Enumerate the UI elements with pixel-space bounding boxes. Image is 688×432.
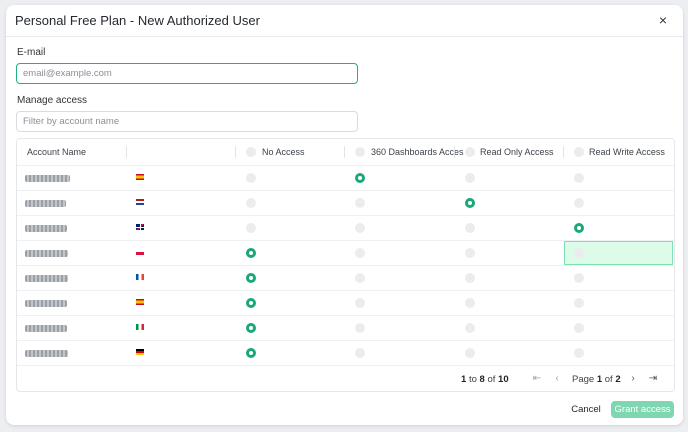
account-name-redacted [25,250,68,257]
table-row [17,215,674,241]
access-radio-360-dashboards-access[interactable] [355,273,365,283]
previous-page-icon[interactable]: ‹ [550,372,564,386]
grant-access-button[interactable]: Grant access [611,401,674,418]
account-name-redacted [25,325,67,332]
flag-icon-es [136,174,144,180]
access-table: Account Name No Access 360 Dashboards Ac… [16,138,675,392]
table-row [17,315,674,341]
access-radio-read-write-access[interactable] [574,223,584,233]
range-start: 1 [461,374,467,385]
column-header-account-name[interactable]: Account Name [27,139,86,165]
access-radio-no-access[interactable] [246,198,256,208]
manage-access-label: Manage access [17,95,88,106]
access-radio-360-dashboards-access[interactable] [355,223,365,233]
range-of-word: of [487,374,496,385]
email-label: E-mail [17,47,46,58]
access-radio-read-write-access[interactable] [574,323,584,333]
account-filter-input[interactable] [16,111,358,132]
access-radio-read-only-access[interactable] [465,248,475,258]
table-row [17,240,674,266]
range-to-word: to [468,374,477,385]
table-row [17,190,674,216]
access-radio-360-dashboards-access[interactable] [355,348,365,358]
flag-icon-nl [136,199,144,205]
select-all-read-write-radio[interactable] [574,147,584,157]
page-of-word: of [604,374,613,385]
access-radio-no-access[interactable] [246,348,256,358]
access-radio-read-only-access[interactable] [465,298,475,308]
new-authorized-user-dialog: Personal Free Plan - New Authorized User… [6,5,683,425]
range-end: 8 [479,374,485,385]
email-field[interactable] [16,63,358,84]
access-radio-read-write-access[interactable] [574,248,584,258]
pagination-bar: 1 to 8 of 10 ⇤ ‹ Page 1 of 2 › ⇥ [17,365,674,391]
column-divider [344,146,345,158]
access-radio-read-write-access[interactable] [574,198,584,208]
range-total: 10 [498,374,509,385]
column-header-read-write-access[interactable]: Read Write Access [589,139,665,165]
total-pages: 2 [615,374,621,385]
flag-icon-it [136,324,144,330]
access-radio-no-access[interactable] [246,173,256,183]
current-page: 1 [596,374,603,385]
access-radio-read-only-access[interactable] [465,173,475,183]
select-all-360-dashboards-radio[interactable] [355,147,365,157]
table-row [17,265,674,291]
flag-icon-fr [136,274,144,280]
close-icon[interactable]: × [654,11,672,29]
access-radio-read-write-access[interactable] [574,173,584,183]
access-radio-360-dashboards-access[interactable] [355,298,365,308]
access-radio-read-only-access[interactable] [465,223,475,233]
access-radio-no-access[interactable] [246,273,256,283]
access-radio-read-only-access[interactable] [465,273,475,283]
account-name-redacted [25,350,68,357]
select-all-read-only-radio[interactable] [465,147,475,157]
access-radio-360-dashboards-access[interactable] [355,173,365,183]
column-header-360-dashboards-access[interactable]: 360 Dashboards Acces [371,139,464,165]
last-page-icon[interactable]: ⇥ [646,372,660,386]
select-all-no-access-radio[interactable] [246,147,256,157]
dialog-title: Personal Free Plan - New Authorized User [15,13,260,28]
cancel-button[interactable]: Cancel [566,401,606,418]
access-radio-read-write-access[interactable] [574,273,584,283]
access-radio-read-only-access[interactable] [465,323,475,333]
access-radio-360-dashboards-access[interactable] [355,323,365,333]
access-radio-no-access[interactable] [246,248,256,258]
column-divider [126,146,127,158]
account-name-redacted [25,300,67,307]
table-row [17,340,674,366]
flag-icon-gb [136,224,144,230]
page-word: Page [572,374,595,385]
flag-icon-es [136,299,144,305]
column-divider [454,146,455,158]
access-radio-no-access[interactable] [246,298,256,308]
table-header: Account Name No Access 360 Dashboards Ac… [17,139,674,165]
access-radio-read-write-access[interactable] [574,298,584,308]
access-radio-360-dashboards-access[interactable] [355,198,365,208]
row-range-text: 1 to 8 of 10 [461,374,509,385]
access-radio-read-write-access[interactable] [574,348,584,358]
flag-icon-de [136,349,144,355]
page-indicator: Page 1 of 2 [572,374,621,385]
account-name-redacted [25,275,68,282]
access-radio-no-access[interactable] [246,223,256,233]
account-name-redacted [25,225,67,232]
column-header-read-only-access[interactable]: Read Only Access [480,139,554,165]
account-name-redacted [25,200,66,207]
access-radio-no-access[interactable] [246,323,256,333]
next-page-icon[interactable]: › [626,372,640,386]
first-page-icon[interactable]: ⇤ [530,372,544,386]
column-divider [235,146,236,158]
flag-icon-pl [136,249,144,255]
column-divider [563,146,564,158]
access-radio-read-only-access[interactable] [465,348,475,358]
account-name-redacted [25,175,70,182]
column-header-no-access[interactable]: No Access [262,139,305,165]
access-radio-360-dashboards-access[interactable] [355,248,365,258]
dialog-header: Personal Free Plan - New Authorized User… [6,5,683,37]
access-radio-read-only-access[interactable] [465,198,475,208]
table-row [17,290,674,316]
table-row [17,165,674,191]
